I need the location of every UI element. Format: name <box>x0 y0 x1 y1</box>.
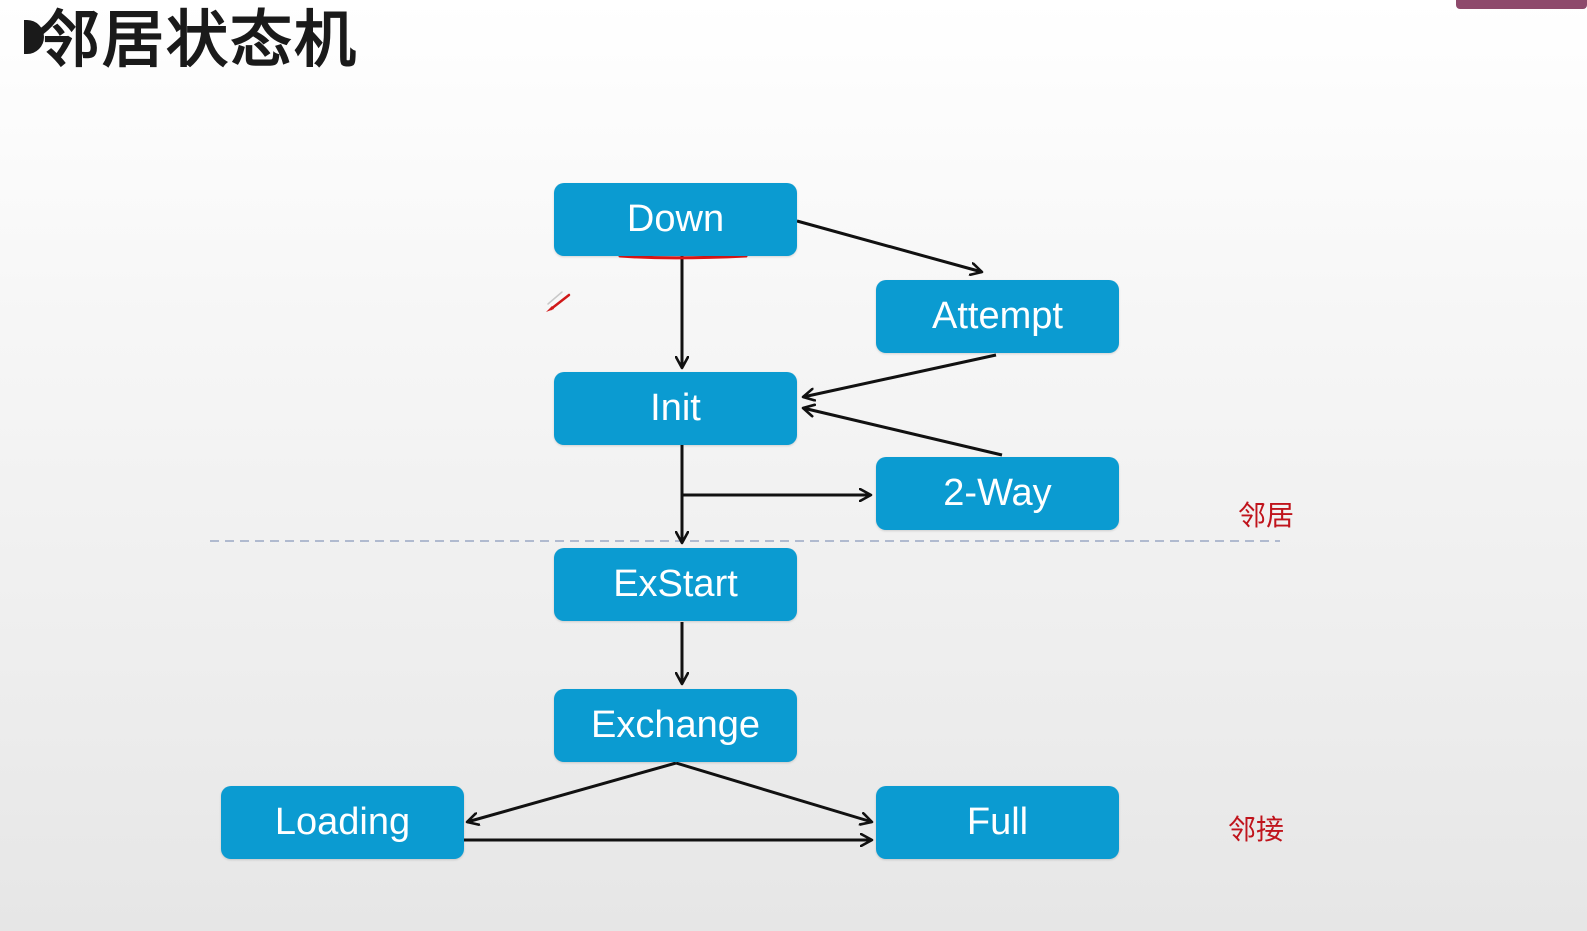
state-attempt: Attempt <box>876 280 1119 353</box>
state-init: Init <box>554 372 797 445</box>
state-full-label: Full <box>966 801 1029 843</box>
state-loading-label: Loading <box>274 801 411 843</box>
state-exstart: ExStart <box>554 548 797 621</box>
state-two-way: 2-Way <box>876 457 1119 530</box>
state-down-label: Down <box>626 198 725 240</box>
arrow-exchange-to-loading <box>467 761 677 822</box>
state-loading: Loading <box>221 786 464 859</box>
state-down: Down <box>554 183 797 256</box>
arrow-twoway-to-init <box>803 408 1003 457</box>
state-exchange: Exchange <box>554 689 797 762</box>
state-two-way-label: 2-Way <box>943 472 1052 514</box>
state-attempt-label: Attempt <box>932 295 1063 337</box>
arrow-attempt-to-init <box>803 353 997 397</box>
zone-label-adjacency: 邻接 <box>1228 813 1285 846</box>
pen-cursor-icon <box>546 291 571 312</box>
state-full: Full <box>876 786 1119 859</box>
state-init-label: Init <box>650 387 701 429</box>
arrow-down-to-attempt <box>796 219 982 272</box>
arrow-exchange-to-full <box>675 761 872 822</box>
zone-label-neighbor: 邻居 <box>1238 499 1295 532</box>
state-exchange-label: Exchange <box>590 704 760 746</box>
state-exstart-label: ExStart <box>613 563 738 605</box>
